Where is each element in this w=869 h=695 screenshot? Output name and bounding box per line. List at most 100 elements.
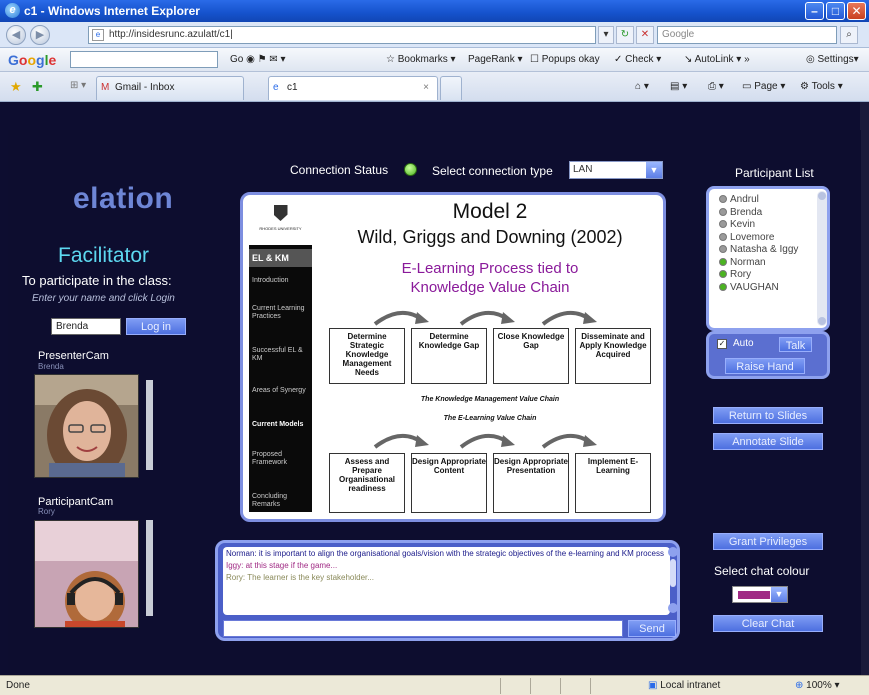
chevron-down-icon[interactable]: ▼ xyxy=(646,162,662,178)
presenter-video-scrollbar[interactable] xyxy=(146,380,153,470)
participant-item[interactable]: Natasha & Iggy xyxy=(719,244,798,256)
slide-nav-item[interactable]: Current Learning Practices xyxy=(252,305,312,321)
participant-item[interactable]: VAUGHAN xyxy=(719,282,779,294)
participant-video xyxy=(34,520,139,628)
maximize-button[interactable]: □ xyxy=(826,2,845,20)
chat-scroll-thumb[interactable] xyxy=(670,559,676,587)
annotate-slide-button[interactable]: Annotate Slide xyxy=(713,433,823,450)
login-button[interactable]: Log in xyxy=(126,318,186,335)
clear-chat-button[interactable]: Clear Chat xyxy=(713,615,823,632)
participant-item[interactable]: Andrul xyxy=(719,194,759,206)
page-scrollbar[interactable] xyxy=(860,102,869,675)
slide-nav-item-current[interactable]: Current Models xyxy=(252,421,312,429)
browser-window: e c1 - Windows Internet Explorer – □ ✕ ◀… xyxy=(0,0,869,695)
settings-menu[interactable]: ◎ Settings▾ xyxy=(806,54,859,65)
participant-item[interactable]: Brenda xyxy=(719,207,762,219)
presenter-cam-label: PresenterCam xyxy=(38,350,109,362)
address-field[interactable]: e http://insidesrunc.azulatt/c1| xyxy=(88,26,596,44)
participant-list: Andrul Brenda Kevin Lovemore Natasha & Iggy N… xyxy=(706,186,830,331)
presence-status-icon xyxy=(719,207,727,216)
participant-video-scrollbar[interactable] xyxy=(146,520,153,616)
curved-arrow-icon xyxy=(541,434,597,449)
address-dropdown-icon[interactable]: ▾ xyxy=(598,26,614,44)
auto-checkbox[interactable]: ✓ xyxy=(717,339,727,349)
participant-item[interactable]: Rory xyxy=(719,269,751,281)
status-segment xyxy=(560,678,590,694)
feeds-icon[interactable]: ▤ ▾ xyxy=(670,81,687,92)
talk-button[interactable]: Talk xyxy=(779,337,812,352)
tab-gmail[interactable]: M Gmail - Inbox xyxy=(96,76,244,100)
slide-nav-item[interactable]: Proposed Framework xyxy=(252,451,312,467)
window-title: c1 - Windows Internet Explorer xyxy=(24,4,200,18)
tools-menu[interactable]: ⚙ Tools ▾ xyxy=(800,81,843,92)
ie-icon: e xyxy=(5,3,20,18)
curved-arrow-icon xyxy=(373,434,429,449)
search-input[interactable]: Google xyxy=(657,26,837,44)
add-favorite-icon[interactable]: ✚ xyxy=(32,79,43,95)
favorites-star-icon[interactable]: ★ xyxy=(10,79,22,95)
slide-nav-item[interactable]: Introduction xyxy=(252,277,312,285)
popups-item[interactable]: ☐ Popups okay xyxy=(530,54,600,65)
connection-status-label: Connection Status xyxy=(290,163,389,177)
send-button[interactable]: Send xyxy=(628,620,676,637)
connection-status-icon xyxy=(404,163,417,176)
minimize-button[interactable]: – xyxy=(805,2,824,20)
google-search-input[interactable] xyxy=(70,51,218,68)
app-logo: elation xyxy=(73,182,174,215)
grant-privileges-button[interactable]: Grant Privileges xyxy=(713,533,823,550)
slide-nav-item[interactable]: Areas of Synergy xyxy=(252,387,312,395)
page-menu[interactable]: ▭ Page ▾ xyxy=(742,81,785,92)
presence-status-icon xyxy=(719,195,727,203)
tab-c1[interactable]: e c1 × xyxy=(268,76,438,100)
forward-icon[interactable]: ▶ xyxy=(30,25,50,45)
refresh-icon[interactable]: ↻ xyxy=(616,26,634,44)
autolink-menu[interactable]: ↘ AutoLink ▾ » xyxy=(684,54,750,65)
name-input[interactable]: Brenda xyxy=(51,318,121,335)
chat-message: Rory: The learner is the key stakeholder… xyxy=(226,573,374,582)
back-icon[interactable]: ◀ xyxy=(6,25,26,45)
presence-status-icon xyxy=(719,282,727,291)
zoom-control[interactable]: ⊕ 100% ▾ xyxy=(795,680,840,691)
slide-viewer: RHODES UNIVERSITY EL & KM Introduction C… xyxy=(240,192,666,522)
km-step-box: Determine Strategic Knowledge Management… xyxy=(329,328,405,384)
chat-input[interactable] xyxy=(223,620,623,637)
slide-nav-item[interactable]: Successful EL & KM xyxy=(252,347,312,363)
zone-indicator[interactable]: ▣ Local intranet xyxy=(648,680,720,691)
return-to-slides-button[interactable]: Return to Slides xyxy=(713,407,823,424)
km-step-box: Disseminate and Apply Knowledge Acquired xyxy=(575,328,651,384)
scroll-up-icon[interactable] xyxy=(818,192,826,200)
home-icon[interactable]: ⌂ ▾ xyxy=(635,81,649,92)
curved-arrow-icon xyxy=(541,311,597,326)
scroll-up-icon[interactable] xyxy=(668,547,678,557)
tab-c1-label: c1 xyxy=(287,82,298,93)
participant-item[interactable]: Norman xyxy=(719,257,766,269)
stop-icon[interactable]: ✕ xyxy=(636,26,654,44)
print-icon[interactable]: ⎙ ▾ xyxy=(708,81,724,92)
chat-colour-picker[interactable]: ▼ xyxy=(732,586,788,603)
participant-item[interactable]: Kevin xyxy=(719,219,755,231)
check-menu[interactable]: ✓ Check ▾ xyxy=(614,54,661,65)
pagerank-label: PageRank xyxy=(468,54,515,65)
close-button[interactable]: ✕ xyxy=(847,2,866,20)
raise-hand-button[interactable]: Raise Hand xyxy=(725,358,805,374)
bookmarks-menu[interactable]: ☆ Bookmarks ▾ xyxy=(386,54,456,65)
participant-name: Natasha & Iggy xyxy=(730,244,799,255)
popups-label: Popups okay xyxy=(541,54,600,65)
quick-tabs-icon[interactable]: ⊞ ▾ xyxy=(70,80,86,91)
chevron-down-icon[interactable]: ▼ xyxy=(771,587,787,602)
scroll-down-icon[interactable] xyxy=(818,317,826,325)
participant-item[interactable]: Lovemore xyxy=(719,232,774,244)
scroll-down-icon[interactable] xyxy=(668,603,678,613)
slide-subtitle: E-Learning Process tied to Knowledge Val… xyxy=(315,259,663,297)
chat-scrollbar[interactable] xyxy=(668,547,678,613)
slide-nav-item[interactable]: Concluding Remarks xyxy=(252,493,312,509)
pagerank-menu[interactable]: PageRank ▾ xyxy=(468,54,523,65)
connection-type-select[interactable]: LAN ▼ xyxy=(569,161,663,179)
tab-close-icon[interactable]: × xyxy=(423,77,429,99)
go-icon[interactable]: Go ◉ ⚑ ✉ ▾ xyxy=(230,54,286,65)
search-icon[interactable]: ⌕ xyxy=(840,26,858,44)
chat-message: Norman: it is important to align the org… xyxy=(226,549,665,558)
participant-list-scrollbar[interactable] xyxy=(817,191,827,326)
tools-menu-label: Tools xyxy=(811,81,835,92)
new-tab-button[interactable] xyxy=(440,76,462,100)
